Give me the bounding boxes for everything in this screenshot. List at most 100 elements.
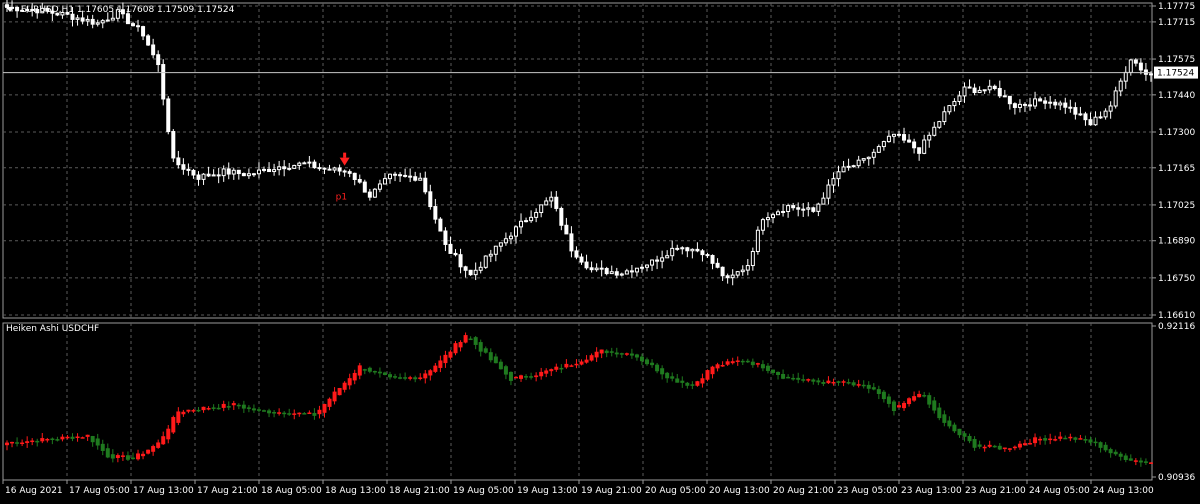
- candle-bull: [388, 173, 392, 180]
- x-tick-label: 19 Aug 21:00: [581, 486, 642, 496]
- candle-bull: [670, 247, 675, 257]
- candle-bear: [146, 35, 151, 46]
- y-tick-label: 1.17575: [1158, 55, 1195, 65]
- candle-bull: [750, 250, 755, 267]
- candle-bull: [1093, 116, 1098, 126]
- ha-bar-green: [836, 381, 841, 383]
- ha-bar-red: [579, 361, 584, 365]
- candle-bear: [322, 167, 327, 170]
- ha-bar-green: [609, 351, 614, 353]
- ha-bar-red: [544, 370, 549, 374]
- candle-bull: [982, 89, 987, 92]
- ha-bar-green: [634, 354, 639, 358]
- ha-bar-green: [312, 412, 317, 416]
- ha-bar-red: [151, 446, 156, 452]
- ha-bar-red: [206, 408, 211, 410]
- candle-bear: [408, 175, 413, 178]
- candle-bear: [710, 254, 715, 264]
- ha-bar-green: [997, 445, 1002, 450]
- candle-bull: [85, 18, 90, 22]
- ha-bar-green: [1043, 438, 1048, 441]
- chart-canvas[interactable]: 1.17775 1.17715 1.17575 1.17440 1.17300 1.171…: [0, 0, 1200, 500]
- candle-bull: [786, 205, 791, 212]
- chart-window[interactable]: 1.17775 1.17715 1.17575 1.17440 1.17300 1.171…: [0, 0, 1200, 500]
- ha-bar-green: [967, 435, 972, 442]
- candle-bull: [947, 105, 952, 113]
- ha-bar-green: [1093, 441, 1098, 444]
- ha-bar-green: [100, 443, 105, 451]
- ha-bar-green: [413, 377, 418, 380]
- candle-bull: [927, 134, 932, 141]
- candle-bear: [584, 261, 589, 269]
- ha-bar-red: [907, 398, 912, 405]
- candle-bear: [1063, 102, 1068, 108]
- candle-bear: [695, 248, 700, 252]
- candle-bear: [413, 176, 418, 181]
- ha-bar-green: [1088, 439, 1093, 443]
- candle-bear: [226, 168, 231, 175]
- ha-bar-red: [1068, 436, 1073, 439]
- candle-bear: [917, 147, 922, 154]
- ha-bar-green: [962, 433, 967, 437]
- ha-bar-green: [1063, 437, 1068, 440]
- ha-bar-green: [871, 387, 876, 390]
- candle-bear: [705, 254, 710, 257]
- candle-bear: [604, 268, 609, 275]
- candle-bear: [614, 271, 619, 276]
- ha-bar-green: [937, 407, 942, 419]
- ha-bar-green: [524, 376, 529, 378]
- candle-bull: [75, 17, 80, 20]
- ha-bar-green: [972, 438, 977, 448]
- ha-bar-green: [256, 409, 261, 411]
- candle-bear: [191, 169, 196, 176]
- candle-bear: [327, 168, 332, 171]
- ha-bar-green: [655, 364, 660, 372]
- indicator-title: Heiken Ashi USDCHF: [6, 324, 100, 334]
- ha-bar-green: [388, 374, 392, 378]
- candle-bull: [745, 265, 750, 271]
- candle-bull: [493, 245, 498, 255]
- ha-bar-green: [105, 448, 110, 458]
- ha-bar-green: [604, 350, 609, 354]
- candle-bull: [231, 169, 236, 175]
- candle-bull: [372, 188, 377, 198]
- ha-bar-green: [367, 367, 372, 372]
- ha-bar-red: [831, 381, 836, 384]
- ha-bar-red: [1022, 443, 1027, 446]
- y-tick-label: 0.92116: [1158, 322, 1195, 332]
- sell-arrow-icon[interactable]: [339, 157, 350, 166]
- ha-bar-red: [1002, 447, 1007, 450]
- candle-bear: [161, 64, 166, 100]
- ha-bar-green: [619, 353, 624, 355]
- candle-bull: [524, 220, 529, 223]
- dropdown-triangle-icon[interactable]: [6, 7, 14, 12]
- candle-bull: [478, 266, 483, 271]
- candle-bull: [473, 269, 478, 276]
- candle-bull: [866, 156, 871, 160]
- x-tick-label: 17 Aug 21:00: [197, 486, 258, 496]
- ha-bar-red: [75, 436, 80, 439]
- candle-bull: [776, 211, 781, 216]
- candle-bear: [902, 134, 907, 141]
- ha-bar-green: [614, 352, 619, 355]
- ha-bar-red: [5, 442, 9, 446]
- ha-bar-red: [85, 434, 90, 437]
- candle-bull: [937, 121, 942, 128]
- candle-bull: [856, 159, 861, 167]
- candle-bear: [564, 224, 569, 235]
- candle-bull: [1108, 105, 1113, 112]
- y-tick-label: 1.17775: [1158, 2, 1195, 12]
- candle-bull: [519, 220, 524, 228]
- candle-bear: [196, 174, 201, 180]
- ha-bar-red: [624, 353, 629, 355]
- ha-bar-red: [534, 375, 539, 378]
- ha-bar-red: [902, 402, 907, 409]
- candle-bull: [307, 161, 312, 164]
- candle-bull: [513, 226, 518, 237]
- ha-bar-red: [806, 379, 811, 381]
- ha-bar-red: [584, 359, 589, 363]
- x-tick-label: 19 Aug 05:00: [453, 486, 514, 496]
- ha-bar-green: [745, 360, 750, 363]
- ha-bar-green: [781, 373, 786, 379]
- candle-bear: [428, 191, 433, 208]
